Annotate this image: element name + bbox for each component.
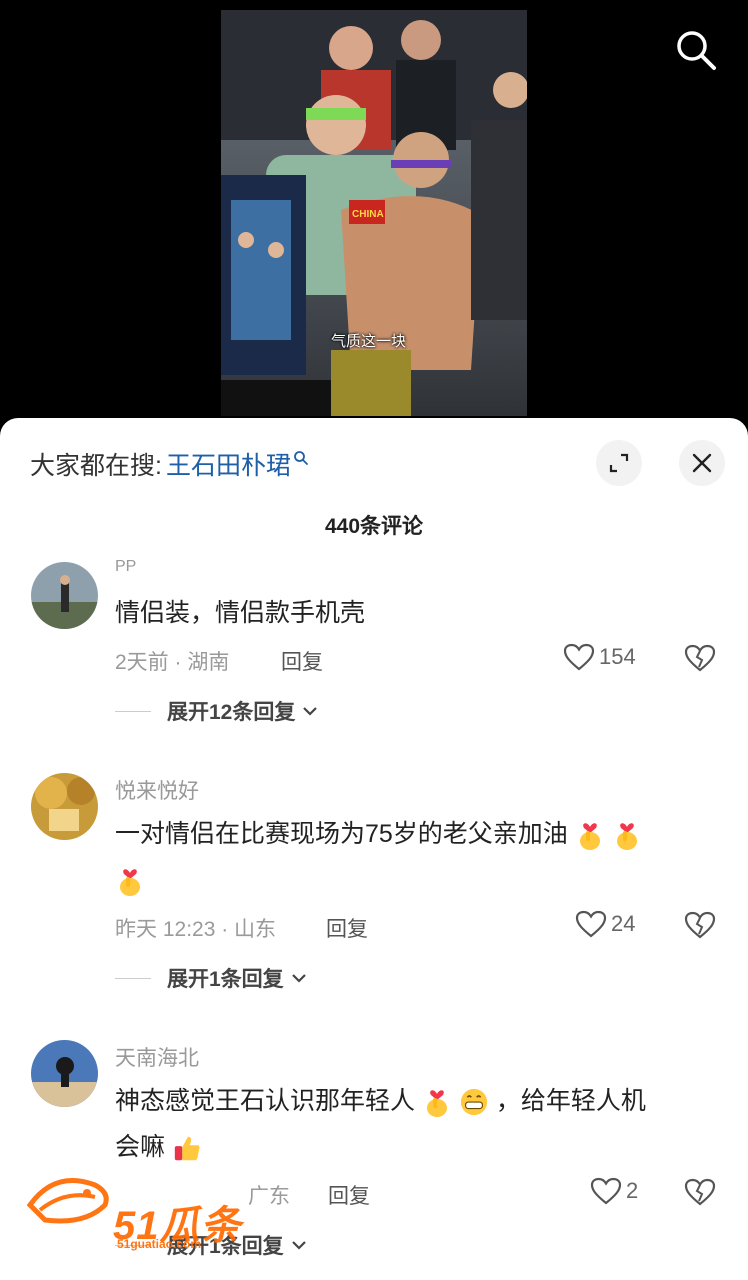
comment-text-part: 神态感觉王石认识那年轻人 — [115, 1087, 416, 1115]
reply-button[interactable]: 回复 — [328, 1180, 370, 1210]
comment-sheet: 大家都在搜: 王石田朴珺 440条评论 PP 情侣装，情侣款手机壳 2天前 · … — [0, 418, 748, 1280]
chevron-down-icon — [303, 707, 318, 716]
heart-icon — [590, 1177, 622, 1205]
avatar[interactable] — [31, 773, 98, 840]
dislike-button[interactable] — [684, 911, 716, 944]
dislike-button[interactable] — [684, 1178, 716, 1211]
chevron-down-icon — [291, 1241, 306, 1250]
avatar[interactable] — [31, 1040, 98, 1107]
search-button[interactable] — [674, 28, 718, 72]
reply-button[interactable]: 回复 — [326, 913, 368, 943]
comment-count: 440条评论 — [324, 515, 424, 538]
like-button[interactable]: 2 — [590, 1177, 638, 1205]
divider — [115, 710, 151, 712]
finger-heart-emoji — [120, 869, 140, 897]
video-area[interactable]: CHINA 气质这一块 — [0, 0, 748, 430]
watermark-domain: 51guatiao.com — [117, 1237, 202, 1251]
video-caption: 气质这一块 — [331, 333, 407, 350]
reply-button[interactable]: 回复 — [281, 646, 323, 676]
comment-text-part: 会嘛 — [115, 1133, 166, 1161]
expand-replies-label: 展开12条回复 — [167, 701, 296, 724]
hot-search-keyword-link[interactable]: 王石田朴珺 — [166, 446, 291, 482]
grin-emoji — [460, 1089, 488, 1116]
heart-icon — [575, 910, 607, 938]
like-count: 24 — [611, 911, 636, 936]
comment-username[interactable]: 悦来悦好 — [115, 775, 199, 805]
heart-icon — [563, 643, 595, 671]
close-icon — [692, 453, 712, 473]
fullscreen-button[interactable] — [596, 440, 642, 486]
video-player[interactable]: CHINA 气质这一块 — [221, 10, 527, 416]
comment-username[interactable]: 天南海北 — [115, 1042, 199, 1072]
watermark-fish-icon — [26, 1178, 109, 1224]
broken-heart-icon — [684, 644, 716, 672]
jersey-text: CHINA — [352, 209, 384, 220]
avatar[interactable] — [31, 562, 98, 629]
like-button[interactable]: 24 — [575, 910, 635, 938]
comment-text: 神态感觉王石认识那年轻人 ，给年轻人机 会嘛 — [115, 1078, 715, 1170]
search-icon — [677, 31, 716, 70]
finger-heart-emoji — [426, 1090, 447, 1118]
chevron-down-icon — [291, 974, 306, 983]
comment-text-part: ，给年轻人机 — [495, 1087, 646, 1115]
expand-replies-button[interactable]: 展开12条回复 — [115, 696, 319, 726]
thumbs-up-emoji — [174, 1137, 200, 1161]
dislike-button[interactable] — [684, 644, 716, 677]
broken-heart-icon — [684, 1178, 716, 1206]
comment-time-location: 2天前 · 湖南 — [115, 651, 230, 674]
small-search-icon — [294, 451, 308, 465]
like-count: 154 — [599, 644, 636, 669]
hot-search-prefix: 大家都在搜: — [30, 452, 162, 480]
comment-time-location: 昨天 12:23 · 山东 — [115, 918, 277, 941]
comment-text: 情侣装，情侣款手机壳 — [115, 599, 366, 627]
hot-search-bar: 大家都在搜: 王石田朴珺 — [30, 446, 309, 482]
like-count: 2 — [626, 1178, 639, 1203]
like-button[interactable]: 154 — [563, 643, 636, 671]
finger-heart-emoji — [579, 823, 600, 851]
expand-replies-button[interactable]: 展开1条回复 — [115, 963, 308, 993]
watermark-logo: 51瓜条 51guatiao.com — [25, 1165, 265, 1251]
comment-username[interactable]: PP — [115, 558, 136, 576]
expand-icon — [609, 453, 629, 473]
expand-replies-label: 展开1条回复 — [167, 968, 284, 991]
comment-text-body: 一对情侣在比赛现场为75岁的老父亲加油 — [115, 820, 568, 848]
comment-text: 一对情侣在比赛现场为75岁的老父亲加油 — [115, 811, 715, 903]
close-button[interactable] — [679, 440, 725, 486]
finger-heart-emoji — [616, 823, 637, 851]
divider — [115, 977, 151, 979]
broken-heart-icon — [684, 911, 716, 939]
